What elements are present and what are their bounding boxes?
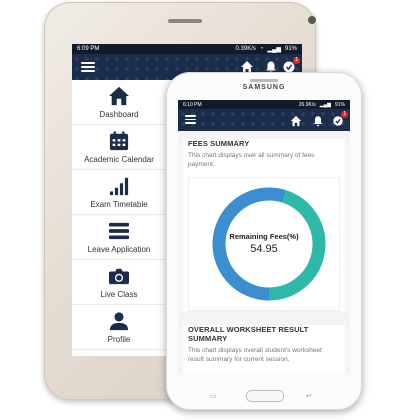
user-icon	[109, 311, 129, 330]
fees-donut-chart: Remaining Fees(%) 54.95	[188, 177, 340, 311]
menu-item-academic-calendar[interactable]: Academic Calendar	[72, 125, 166, 170]
tablet-camera	[308, 16, 316, 24]
menu-item-leave-application[interactable]: Leave Application	[72, 215, 166, 260]
calendar-icon	[109, 130, 129, 150]
donut-center-label: Remaining Fees(%)	[229, 232, 299, 241]
recent-apps-key[interactable]: ▭	[210, 392, 217, 400]
home-icon	[109, 86, 129, 105]
tablet-status-bar: 6:09 PM 0.39K/s ◔ ▂▄▆ 91%	[72, 44, 302, 54]
status-battery: 91%	[284, 45, 297, 52]
menu-item-label: Profile	[107, 334, 131, 344]
camera-icon	[109, 268, 129, 284]
notification-badge: 1	[293, 57, 300, 64]
menu-item-label: Exam Timetable	[90, 199, 148, 209]
signal-icon: ▂▄▆	[267, 46, 281, 53]
menu-item-profile[interactable]: Profile	[72, 305, 166, 350]
status-speed: 26.9K/s	[298, 101, 316, 108]
worksheet-summary-card: OVERALL WORKSHEET RESULT SUMMARY This ch…	[183, 325, 345, 374]
status-battery: 91%	[334, 101, 345, 108]
back-key[interactable]: ↩	[306, 392, 312, 400]
home-button[interactable]	[246, 390, 284, 402]
notification-icon[interactable]: 1	[332, 111, 348, 126]
menu-item-exam-timetable[interactable]: Exam Timetable	[72, 170, 166, 215]
donut-center-value: 54.95	[250, 243, 278, 255]
menu-item-label: Leave Application	[87, 244, 151, 254]
list-icon	[109, 222, 129, 239]
phone-brand-logo: SAMSUNG	[242, 84, 286, 91]
phone-status-bar: 6:10 PM 26.9K/s ▂▄▆ 91%	[178, 100, 350, 109]
worksheet-summary-title: OVERALL WORKSHEET RESULT SUMMARY	[188, 325, 309, 343]
signal-icon: ▂▄▆	[319, 101, 331, 108]
menu-item-dashboard[interactable]: Dashboard	[72, 80, 166, 125]
phone-device: SAMSUNG 6:10 PM 26.9K/s ▂▄▆ 91% 1 FEES S…	[166, 72, 362, 410]
status-time: 6:10 PM	[183, 101, 202, 108]
status-time: 6:09 PM	[77, 46, 100, 52]
bar-chart-icon	[109, 177, 129, 195]
menu-item-label: Academic Calendar	[84, 154, 154, 164]
menu-icon[interactable]	[81, 62, 95, 72]
phone-nav-bar: 1	[178, 109, 350, 131]
phone-earpiece	[250, 79, 278, 82]
menu-icon[interactable]	[185, 115, 196, 124]
notification-badge: 1	[341, 111, 348, 118]
menu-item-label: Dashboard	[99, 109, 139, 119]
nav-pattern	[178, 109, 350, 131]
phone-screen: 6:10 PM 26.9K/s ▂▄▆ 91% 1 FEES SUMMARY T…	[178, 100, 350, 374]
home-icon[interactable]	[290, 114, 302, 127]
fees-summary-card: FEES SUMMARY This chart displays over al…	[183, 139, 345, 311]
wifi-icon: ◔	[259, 45, 264, 52]
bell-icon[interactable]	[312, 114, 324, 127]
menu-item-live-class[interactable]: Live Class	[72, 260, 166, 305]
worksheet-summary-description: This chart displays overall student's wo…	[188, 347, 322, 363]
fees-summary-title: FEES SUMMARY	[188, 139, 250, 148]
tablet-speaker	[168, 19, 202, 23]
status-speed: 0.39K/s	[235, 45, 256, 52]
menu-item-label: Live Class	[100, 289, 138, 299]
fees-summary-description: This chart displays over all summary of …	[188, 152, 315, 168]
